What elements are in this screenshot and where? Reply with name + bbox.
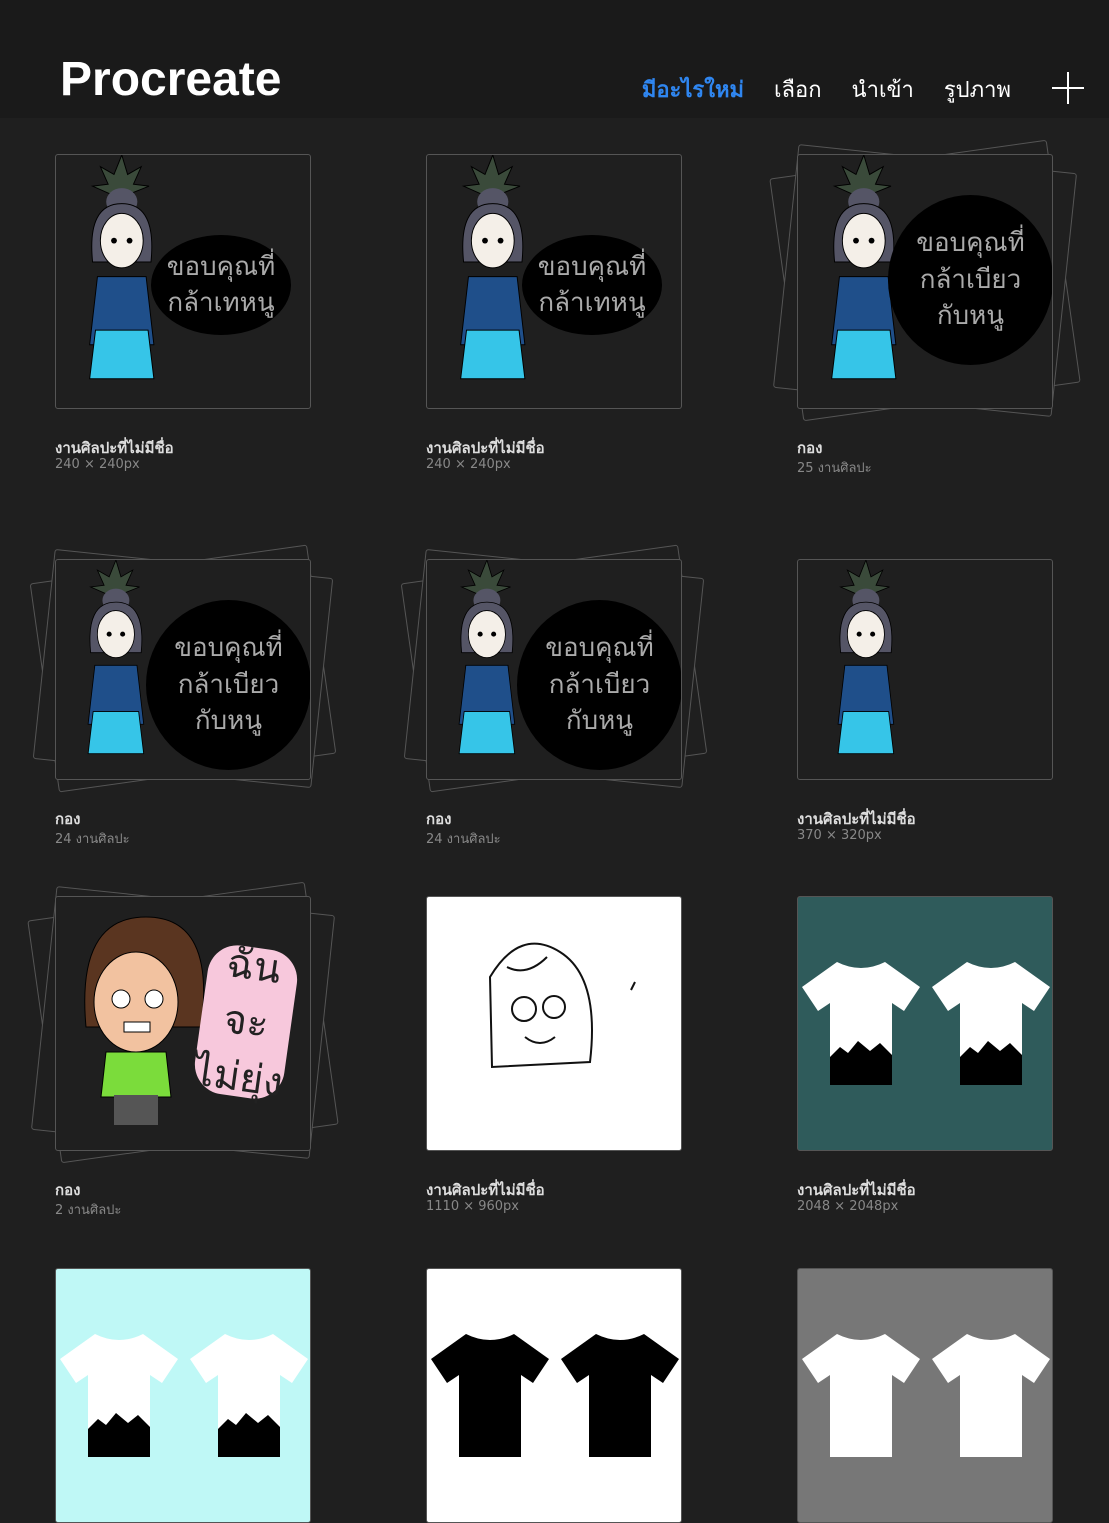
character-illustration bbox=[449, 560, 525, 766]
tshirt-illustration bbox=[60, 1329, 178, 1457]
speech-bubble: ขอบคุณที่ กล้าเบียว กับหนู bbox=[146, 600, 310, 770]
artwork-info: 2 งานศิลปะ bbox=[55, 1203, 122, 1218]
tshirt-illustration bbox=[431, 1329, 549, 1457]
tshirt-illustration bbox=[802, 1329, 920, 1457]
nav-photos[interactable]: รูปภาพ bbox=[944, 72, 1011, 107]
speech-bubble: ขอบคุณที่ กล้าเทหนู bbox=[522, 235, 662, 335]
artwork-thumbnail[interactable]: ขอบคุณที่ กล้าเบียว กับหนู bbox=[426, 559, 682, 780]
tshirt-illustration bbox=[932, 957, 1050, 1085]
plus-icon[interactable] bbox=[1052, 72, 1084, 104]
app-title: Procreate bbox=[60, 53, 282, 106]
tshirt-illustration bbox=[190, 1329, 308, 1457]
artwork-thumbnail[interactable]: ขอบคุณที่ กล้าเทหนู bbox=[426, 154, 682, 409]
artwork-info: 2048 × 2048px bbox=[797, 1199, 899, 1214]
face-sketch-illustration bbox=[427, 897, 681, 1121]
nav-whats-new[interactable]: มีอะไรใหม่ bbox=[642, 72, 744, 107]
character-illustration bbox=[76, 907, 206, 1141]
artwork-info: 24 งานศิลปะ bbox=[426, 832, 501, 847]
artwork-info: 1110 × 960px bbox=[426, 1199, 519, 1214]
artwork-thumbnail[interactable]: ขอบคุณที่ กล้าเทหนู bbox=[55, 154, 311, 409]
top-bar: Procreate มีอะไรใหม่ เลือก นำเข้า รูปภาพ bbox=[0, 0, 1109, 118]
character-illustration bbox=[828, 560, 904, 766]
artwork-info: 370 × 320px bbox=[797, 828, 882, 843]
artwork-info: 25 งานศิลปะ bbox=[797, 461, 872, 476]
artwork-thumbnail[interactable]: ขอบคุณที่ กล้าเบียว กับหนู bbox=[55, 559, 311, 780]
character-illustration bbox=[78, 560, 154, 766]
artwork-thumbnail[interactable] bbox=[426, 896, 682, 1151]
speech-bubble: ขอบคุณที่ กล้าเบียว กับหนู bbox=[888, 195, 1052, 365]
artwork-thumbnail[interactable] bbox=[797, 1268, 1053, 1523]
artwork-info: 24 งานศิลปะ bbox=[55, 832, 130, 847]
artwork-thumbnail[interactable] bbox=[797, 896, 1053, 1151]
artwork-thumbnail[interactable]: ขอบคุณที่ กล้าเบียว กับหนู bbox=[797, 154, 1053, 409]
tshirt-illustration bbox=[932, 1329, 1050, 1457]
tshirt-illustration bbox=[561, 1329, 679, 1457]
tshirt-illustration bbox=[802, 957, 920, 1085]
nav-select[interactable]: เลือก bbox=[774, 72, 822, 107]
artwork-thumbnail[interactable]: ฉันจะ ไม่ยุ่ง bbox=[55, 896, 311, 1151]
artwork-thumbnail[interactable] bbox=[426, 1268, 682, 1523]
artwork-info: 240 × 240px bbox=[55, 457, 140, 472]
speech-bubble: ฉันจะ ไม่ยุ่ง bbox=[191, 940, 302, 1106]
artwork-info: 240 × 240px bbox=[426, 457, 511, 472]
artwork-thumbnail[interactable] bbox=[55, 1268, 311, 1523]
speech-bubble: ขอบคุณที่ กล้าเบียว กับหนู bbox=[517, 600, 681, 770]
nav-menu: มีอะไรใหม่ เลือก นำเข้า รูปภาพ bbox=[642, 72, 1011, 107]
nav-import[interactable]: นำเข้า bbox=[852, 72, 914, 107]
speech-bubble: ขอบคุณที่ กล้าเทหนู bbox=[151, 235, 291, 335]
artwork-thumbnail[interactable] bbox=[797, 559, 1053, 780]
